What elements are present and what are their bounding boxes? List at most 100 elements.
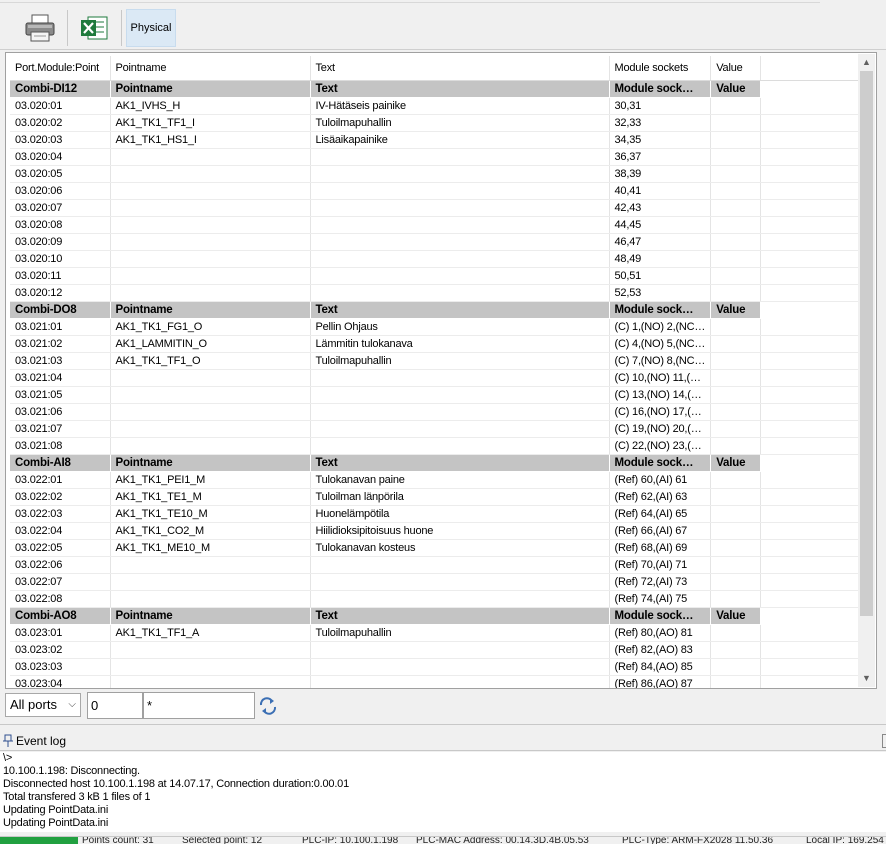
- cell-value[interactable]: [710, 624, 762, 642]
- pin-icon[interactable]: [3, 734, 13, 748]
- cell-port[interactable]: 03.021:04: [10, 369, 111, 387]
- cell-pointname[interactable]: [110, 437, 311, 455]
- cell-value[interactable]: [710, 165, 762, 183]
- cell-text[interactable]: Text: [310, 607, 610, 625]
- cell-port[interactable]: 03.022:03: [10, 505, 111, 523]
- cell-value[interactable]: [710, 148, 762, 166]
- cell-port[interactable]: 03.020:04: [10, 148, 111, 166]
- column-header-pointname[interactable]: Pointname: [110, 56, 311, 81]
- cell-text[interactable]: Tuloilmapuhallin: [310, 352, 610, 370]
- cell-port[interactable]: 03.020:06: [10, 182, 111, 200]
- cell-module-sockets[interactable]: 52,53: [609, 284, 712, 302]
- cell-pointname[interactable]: AK1_TK1_TF1_I: [110, 114, 311, 132]
- cell-text[interactable]: [310, 182, 610, 200]
- cell-module-sockets[interactable]: Module sock…: [609, 301, 712, 319]
- cell-module-sockets[interactable]: Module sock…: [609, 454, 712, 472]
- cell-port[interactable]: 03.020:03: [10, 131, 111, 149]
- cell-port[interactable]: Combi-AI8: [10, 454, 111, 472]
- cell-value[interactable]: [710, 352, 762, 370]
- cell-port[interactable]: Combi-DI12: [10, 80, 111, 98]
- cell-module-sockets[interactable]: 48,49: [609, 250, 712, 268]
- number-filter-input[interactable]: [87, 692, 143, 719]
- cell-text[interactable]: [310, 369, 610, 387]
- cell-pointname[interactable]: AK1_TK1_TF1_O: [110, 352, 311, 370]
- cell-port[interactable]: 03.020:02: [10, 114, 111, 132]
- cell-text[interactable]: [310, 165, 610, 183]
- table-row[interactable]: 03.022:05 AK1_TK1_ME10_M Tulokanavan koste…: [10, 539, 861, 557]
- table-row[interactable]: 03.021:06 (C) 16,(NO) 17,(…: [10, 403, 861, 421]
- cell-pointname[interactable]: AK1_TK1_TE1_M: [110, 488, 311, 506]
- table-row[interactable]: 03.020:03 AK1_TK1_HS1_I Lisäaikapainike 34,…: [10, 131, 861, 149]
- cell-module-sockets[interactable]: 46,47: [609, 233, 712, 251]
- cell-text[interactable]: Tuloilmapuhallin: [310, 624, 610, 642]
- cell-value[interactable]: [710, 199, 762, 217]
- table-row[interactable]: 03.020:04 36,37: [10, 148, 861, 166]
- cell-text[interactable]: [310, 199, 610, 217]
- table-row[interactable]: 03.022:07 (Ref) 72,(AI) 73: [10, 573, 861, 591]
- cell-value[interactable]: [710, 335, 762, 353]
- cell-module-sockets[interactable]: Module sock…: [609, 80, 712, 98]
- cell-module-sockets[interactable]: (Ref) 64,(AI) 65: [609, 505, 712, 523]
- cell-port[interactable]: 03.021:02: [10, 335, 111, 353]
- cell-pointname[interactable]: [110, 216, 311, 234]
- cell-value[interactable]: [710, 131, 762, 149]
- cell-value[interactable]: [710, 284, 762, 302]
- cell-text[interactable]: Lisäaikapainike: [310, 131, 610, 149]
- pattern-filter-input[interactable]: [143, 692, 255, 719]
- table-row[interactable]: 03.021:05 (C) 13,(NO) 14,(…: [10, 386, 861, 404]
- cell-port[interactable]: 03.021:07: [10, 420, 111, 438]
- cell-pointname[interactable]: AK1_TK1_TF1_A: [110, 624, 311, 642]
- cell-pointname[interactable]: [110, 675, 311, 688]
- cell-pointname[interactable]: [110, 199, 311, 217]
- table-row[interactable]: 03.022:04 AK1_TK1_CO2_M Hiilidioksipitoisu…: [10, 522, 861, 540]
- cell-value[interactable]: [710, 318, 762, 336]
- cell-module-sockets[interactable]: (Ref) 60,(AI) 61: [609, 471, 712, 489]
- panel-splitter[interactable]: [0, 724, 886, 730]
- cell-value[interactable]: [710, 641, 762, 659]
- table-row[interactable]: 03.023:02 (Ref) 82,(AO) 83: [10, 641, 861, 659]
- cell-text[interactable]: [310, 284, 610, 302]
- cell-module-sockets[interactable]: (C) 4,(NO) 5,(NC…: [609, 335, 712, 353]
- cell-module-sockets[interactable]: 50,51: [609, 267, 712, 285]
- cell-pointname[interactable]: AK1_TK1_TE10_M: [110, 505, 311, 523]
- cell-module-sockets[interactable]: (C) 13,(NO) 14,(…: [609, 386, 712, 404]
- cell-pointname[interactable]: [110, 148, 311, 166]
- table-row[interactable]: 03.020:08 44,45: [10, 216, 861, 234]
- table-row[interactable]: 03.022:08 (Ref) 74,(AI) 75: [10, 590, 861, 608]
- table-row[interactable]: 03.020:07 42,43: [10, 199, 861, 217]
- cell-value[interactable]: [710, 556, 762, 574]
- cell-pointname[interactable]: [110, 250, 311, 268]
- cell-pointname[interactable]: [110, 556, 311, 574]
- cell-pointname[interactable]: Pointname: [110, 80, 311, 98]
- cell-value[interactable]: [710, 437, 762, 455]
- table-row[interactable]: 03.022:06 (Ref) 70,(AI) 71: [10, 556, 861, 574]
- cell-value[interactable]: [710, 505, 762, 523]
- cell-pointname[interactable]: [110, 369, 311, 387]
- print-button[interactable]: [18, 9, 62, 47]
- cell-value[interactable]: Value: [710, 454, 762, 472]
- table-row[interactable]: 03.020:02 AK1_TK1_TF1_I Tuloilmapuhallin 32…: [10, 114, 861, 132]
- cell-value[interactable]: Value: [710, 607, 762, 625]
- cell-value[interactable]: [710, 369, 762, 387]
- cell-port[interactable]: 03.020:07: [10, 199, 111, 217]
- cell-port[interactable]: 03.022:06: [10, 556, 111, 574]
- group-header-row[interactable]: Combi-AI8 Pointname Text Module sock… Value: [10, 454, 861, 472]
- cell-module-sockets[interactable]: (C) 22,(NO) 23,(…: [609, 437, 712, 455]
- cell-port[interactable]: 03.022:08: [10, 590, 111, 608]
- table-row[interactable]: 03.021:07 (C) 19,(NO) 20,(…: [10, 420, 861, 438]
- cell-port[interactable]: 03.022:05: [10, 539, 111, 557]
- cell-pointname[interactable]: [110, 658, 311, 676]
- cell-module-sockets[interactable]: (Ref) 70,(AI) 71: [609, 556, 712, 574]
- cell-text[interactable]: [310, 267, 610, 285]
- cell-text[interactable]: Lämmitin tulokanava: [310, 335, 610, 353]
- cell-port[interactable]: 03.022:04: [10, 522, 111, 540]
- cell-module-sockets[interactable]: (Ref) 72,(AI) 73: [609, 573, 712, 591]
- cell-port[interactable]: Combi-DO8: [10, 301, 111, 319]
- cell-pointname[interactable]: [110, 590, 311, 608]
- cell-port[interactable]: 03.021:06: [10, 403, 111, 421]
- table-row[interactable]: 03.021:02 AK1_LAMMITIN_O Lämmitin tulokana…: [10, 335, 861, 353]
- table-row[interactable]: 03.022:01 AK1_TK1_PEI1_M Tulokanavan paine…: [10, 471, 861, 489]
- column-header-text[interactable]: Text: [310, 56, 610, 81]
- cell-text[interactable]: Huonelämpötila: [310, 505, 610, 523]
- table-row[interactable]: 03.023:01 AK1_TK1_TF1_A Tuloilmapuhallin (R…: [10, 624, 861, 642]
